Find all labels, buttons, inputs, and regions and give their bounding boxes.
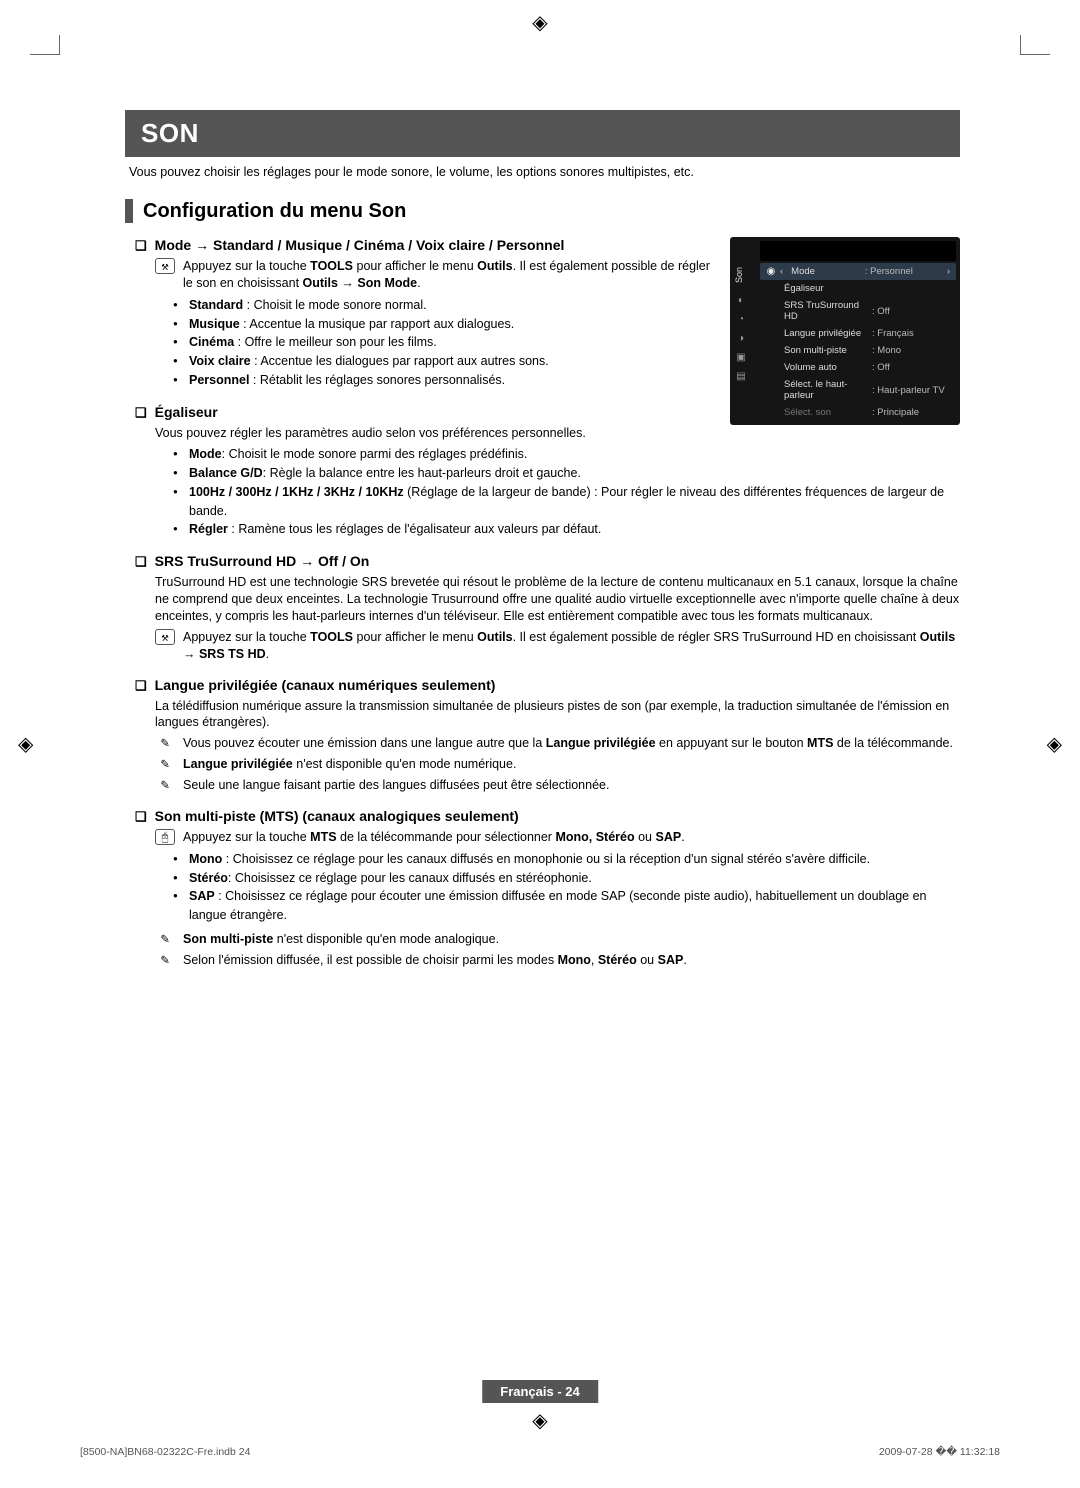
- tv-row-value: : Principale: [872, 407, 952, 418]
- list-item: 100Hz / 300Hz / 1KHz / 3KHz / 10KHz (Rég…: [173, 483, 960, 521]
- page-footer-badge: Français - 24: [482, 1380, 598, 1403]
- list-item: SAP : Choisissez ce réglage pour écouter…: [173, 887, 960, 925]
- tv-sidebar-icon: ◔: [734, 314, 748, 325]
- note-icon: ✎: [155, 735, 175, 752]
- topic-head: Son multi-piste (MTS) (canaux analogique…: [135, 808, 960, 825]
- note-icon: ✎: [155, 952, 175, 969]
- topic-intro: Vous pouvez régler les paramètres audio …: [155, 425, 960, 442]
- tv-row-label: Langue privilégiée: [778, 328, 872, 339]
- list-item: Stéréo: Choisissez ce réglage pour les c…: [173, 869, 960, 888]
- tv-menu-screenshot: Son ◐ ◔ ◑ ▣ ▤ ◉‹Mode: Personnel› Égaliseu…: [730, 237, 960, 425]
- tv-row-value: : Mono: [872, 345, 952, 356]
- tv-row-label: Volume auto: [778, 362, 872, 373]
- list-item: Voix claire : Accentue les dialogues par…: [173, 352, 720, 371]
- eq-list: Mode: Choisit le mode sonore parmi des r…: [173, 445, 960, 539]
- registration-mark-left-icon: ◈: [18, 732, 33, 757]
- print-footer: [8500-NA]BN68-02322C-Fre.indb 24 2009-07…: [80, 1446, 1000, 1458]
- registration-mark-right-icon: ◈: [1047, 732, 1062, 757]
- tv-menu-row: Égaliseur: [760, 280, 956, 297]
- section-title: Configuration du menu Son: [143, 200, 406, 223]
- tv-row-value: : Haut-parleur TV: [872, 385, 952, 396]
- mode-list: Standard : Choisit le mode sonore normal…: [173, 296, 720, 390]
- tv-row-label: Mode: [785, 266, 865, 277]
- note-icon: ✎: [155, 777, 175, 794]
- tv-row-label: Son multi-piste: [778, 345, 872, 356]
- tv-row-value: : Off: [872, 362, 952, 373]
- chevron-left-icon: ‹: [778, 266, 785, 277]
- list-item: Standard : Choisit le mode sonore normal…: [173, 296, 720, 315]
- list-item: Musique : Accentue la musique par rappor…: [173, 315, 720, 334]
- tv-menu-row: Volume auto: Off: [760, 359, 956, 376]
- tv-sidebar-icon: ▤: [734, 371, 748, 382]
- tv-sidebar-icon: ◐: [734, 295, 748, 306]
- tv-menu-row: Sélect. son: Principale: [760, 404, 956, 421]
- topic-para: TruSurround HD est une technologie SRS b…: [155, 574, 960, 625]
- list-item: Personnel : Rétablit les réglages sonore…: [173, 371, 720, 390]
- chapter-banner: SON: [125, 110, 960, 157]
- note-line: ✎ Seule une langue faisant partie des la…: [155, 777, 960, 794]
- registration-mark-top-icon: ◈: [532, 10, 547, 35]
- tv-row-label: Sélect. son: [778, 407, 872, 418]
- mts-list: Mono : Choisissez ce réglage pour les ca…: [173, 850, 960, 925]
- note-icon: ✎: [155, 931, 175, 948]
- topic-srs: SRS TruSurround HD → Off / On TruSurroun…: [125, 553, 960, 662]
- registration-mark-bottom-icon: ◈: [532, 1408, 547, 1433]
- topic-langue: Langue privilégiée (canaux numériques se…: [125, 677, 960, 794]
- note-icon: ✎: [155, 756, 175, 773]
- tv-menu-row: Sélect. le haut-parleur: Haut-parleur TV: [760, 376, 956, 404]
- topic-head: Mode → Standard / Musique / Cinéma / Voi…: [135, 237, 720, 254]
- topic-head: SRS TruSurround HD → Off / On: [135, 553, 960, 570]
- tv-menu-row: ◉‹Mode: Personnel›: [760, 263, 956, 280]
- tv-row-label: Sélect. le haut-parleur: [778, 379, 872, 401]
- tools-note: ⚒ Appuyez sur la touche TOOLS pour affic…: [155, 629, 960, 663]
- topic-mts: Son multi-piste (MTS) (canaux analogique…: [125, 808, 960, 969]
- tv-row-label: SRS TruSurround HD: [778, 300, 872, 322]
- topic-head: Langue privilégiée (canaux numériques se…: [135, 677, 960, 694]
- list-item: Mono : Choisissez ce réglage pour les ca…: [173, 850, 960, 869]
- chapter-intro: Vous pouvez choisir les réglages pour le…: [129, 165, 960, 179]
- tv-row-value: : Personnel: [865, 266, 945, 277]
- tv-row-value: : Off: [872, 306, 952, 317]
- chevron-right-icon: ›: [945, 266, 952, 277]
- tv-row-value: : Français: [872, 328, 952, 339]
- list-item: Cinéma : Offre le meilleur son pour les …: [173, 333, 720, 352]
- note-line: ✎ Selon l'émission diffusée, il est poss…: [155, 952, 960, 969]
- tv-menu-topbar: [760, 241, 956, 261]
- list-item: Régler : Ramène tous les réglages de l'é…: [173, 520, 960, 539]
- topic-para: La télédiffusion numérique assure la tra…: [155, 698, 960, 732]
- remote-icon: 🖰: [155, 829, 175, 845]
- remote-note: 🖰 Appuyez sur la touche MTS de la téléco…: [155, 829, 960, 846]
- section-bar-icon: [125, 199, 133, 223]
- tools-note: ⚒ Appuyez sur la touche TOOLS pour affic…: [155, 258, 720, 292]
- list-item: Balance G/D: Règle la balance entre les …: [173, 464, 960, 483]
- tools-icon: ⚒: [155, 258, 175, 274]
- tv-menu-vertical-label: Son: [734, 267, 758, 283]
- note-line: ✎ Son multi-piste n'est disponible qu'en…: [155, 931, 960, 948]
- print-filename: [8500-NA]BN68-02322C-Fre.indb 24: [80, 1446, 250, 1458]
- tv-sidebar-icon: ▣: [734, 352, 748, 363]
- tools-icon: ⚒: [155, 629, 175, 645]
- topic-mode: Mode → Standard / Musique / Cinéma / Voi…: [125, 237, 720, 390]
- crop-mark-tl: [30, 35, 60, 55]
- tv-row-label: Égaliseur: [778, 283, 872, 294]
- section-header: Configuration du menu Son: [125, 199, 960, 223]
- note-line: ✎ Vous pouvez écouter une émission dans …: [155, 735, 960, 752]
- crop-mark-tr: [1020, 35, 1050, 55]
- note-line: ✎ Langue privilégiée n'est disponible qu…: [155, 756, 960, 773]
- tv-menu-row: Langue privilégiée: Français: [760, 325, 956, 342]
- tv-menu-row: Son multi-piste: Mono: [760, 342, 956, 359]
- list-item: Mode: Choisit le mode sonore parmi des r…: [173, 445, 960, 464]
- tv-menu-row: SRS TruSurround HD: Off: [760, 297, 956, 325]
- print-timestamp: 2009-07-28 �� 11:32:18: [879, 1446, 1000, 1458]
- play-icon: ◉: [764, 266, 778, 277]
- tv-sidebar-icon: ◑: [734, 333, 748, 344]
